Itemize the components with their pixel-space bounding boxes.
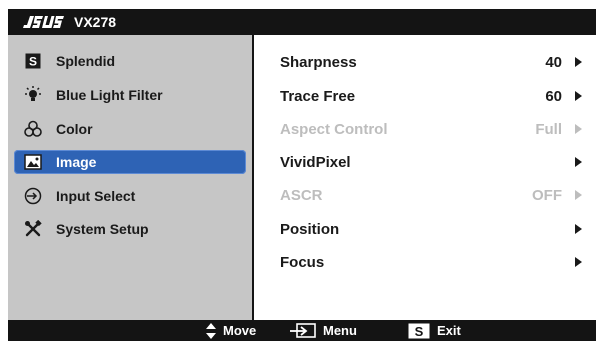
asus-logo [22,14,68,30]
svg-text:S: S [29,55,37,69]
option-label: Position [280,221,340,238]
up-down-arrows-icon [206,322,216,339]
sidebar-item-label: Input Select [56,188,136,204]
option-value: 60 [545,88,562,105]
footer-bar: Move Menu S Exit [8,320,596,341]
chevron-right-icon [575,124,582,134]
chevron-right-icon [575,157,582,167]
image-icon [24,153,42,171]
option-label: VividPixel [280,154,351,171]
exit-key-letter: S [415,324,424,339]
sidebar-item-input-select[interactable]: Input Select [14,184,246,208]
input-select-icon [24,187,42,205]
option-aspect-control: Aspect Control Full [280,119,584,139]
sidebar-item-label: Splendid [56,53,116,69]
sidebar-item-label: Color [56,121,93,137]
option-label: Sharpness [280,54,357,71]
option-vividpixel[interactable]: VividPixel [280,152,584,172]
sidebar-item-color[interactable]: Color [14,117,246,141]
option-sharpness[interactable]: Sharpness 40 [280,52,584,72]
splendid-s-icon: S [24,52,42,70]
sidebar-item-label: Blue Light Filter [56,87,163,103]
exit-key-icon: S [408,323,430,339]
sidebar-item-splendid[interactable]: S Splendid [14,49,246,73]
chevron-right-icon [575,57,582,67]
chevron-right-icon [575,190,582,200]
sidebar-item-system-setup[interactable]: System Setup [14,217,246,241]
menu-hint: Menu [290,322,357,339]
option-focus[interactable]: Focus [280,252,584,272]
move-label: Move [223,323,257,338]
osd-menu: VX278 S Splendid Blue Light Filter Color… [8,9,596,341]
color-circles-icon [24,120,42,138]
sidebar-item-image[interactable]: Image [14,150,246,174]
exit-hint: S Exit [408,322,461,339]
option-ascr: ASCR OFF [280,185,584,205]
option-label: Focus [280,254,325,271]
model-name: VX278 [74,14,117,30]
tools-icon [24,220,42,238]
sidebar-item-blue-light-filter[interactable]: Blue Light Filter [14,83,246,107]
menu-enter-icon [290,322,316,339]
menu-label: Menu [323,323,357,338]
sidebar-item-label: System Setup [56,221,149,237]
chevron-right-icon [575,91,582,101]
image-settings-panel: Sharpness 40 Trace Free 60 Aspect Contro… [254,35,596,320]
option-label: Aspect Control [280,121,388,138]
sidebar: S Splendid Blue Light Filter Color Image [8,35,252,320]
title-bar: VX278 [8,9,596,35]
move-hint: Move [206,322,256,339]
chevron-right-icon [575,224,582,234]
light-bulb-icon [24,86,42,104]
option-value: Full [535,121,562,138]
option-trace-free[interactable]: Trace Free 60 [280,86,584,106]
sidebar-item-label: Image [56,154,97,170]
chevron-right-icon [575,257,582,267]
option-value: 40 [545,54,562,71]
option-label: ASCR [280,187,323,204]
option-label: Trace Free [280,88,356,105]
exit-label: Exit [437,323,461,338]
option-value: OFF [532,187,562,204]
option-position[interactable]: Position [280,219,584,239]
